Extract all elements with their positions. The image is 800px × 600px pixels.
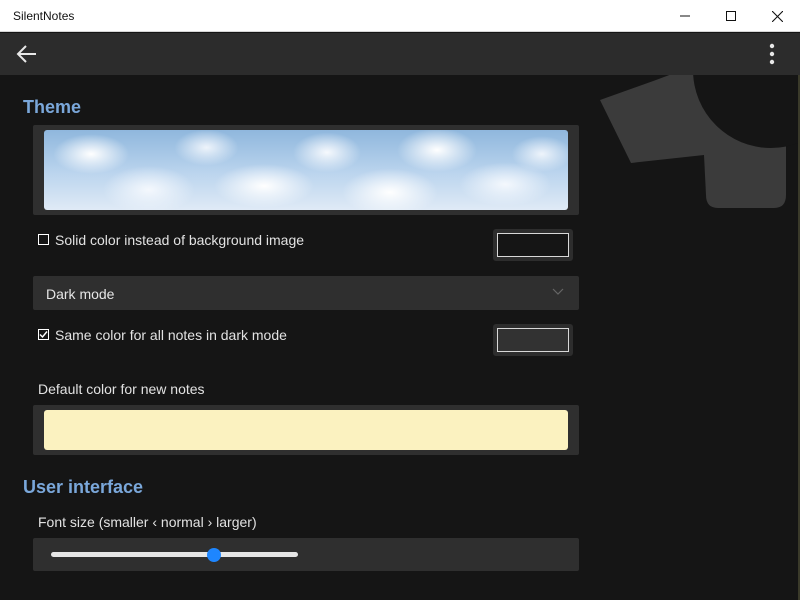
more-options-button[interactable] [762,41,782,67]
font-size-slider-container [33,538,579,571]
background-image-preview [44,130,568,210]
same-color-checkbox[interactable] [38,329,49,340]
window-title-bar: SilentNotes [0,0,800,32]
solid-color-checkbox[interactable] [38,234,49,245]
font-size-slider-track[interactable] [51,548,298,562]
arrow-left-icon [16,45,36,63]
maximize-icon [726,11,736,21]
default-color-label: Default color for new notes [38,381,205,397]
minimize-button[interactable] [662,0,708,32]
maximize-button[interactable] [708,0,754,32]
window-title: SilentNotes [13,9,75,23]
more-vertical-icon [769,43,775,65]
close-button[interactable] [754,0,800,32]
font-size-slider-thumb[interactable] [207,548,222,562]
back-button[interactable] [14,42,40,66]
close-icon [771,10,783,22]
same-color-swatch [497,328,569,352]
solid-color-swatch [497,233,569,257]
default-color-picker[interactable] [33,405,579,455]
gear-icon [600,75,800,208]
chevron-down-icon [552,288,564,295]
solid-color-label: Solid color instead of background image [55,232,305,248]
solid-color-picker[interactable] [493,229,573,261]
background-image-picker[interactable] [33,125,579,215]
same-color-label: Same color for all notes in dark mode [55,327,287,343]
theme-section-title: Theme [23,97,82,117]
default-color-swatch [44,410,568,450]
font-size-label: Font size (smaller ‹ normal › larger) [38,514,257,530]
minimize-icon [680,15,690,17]
user-interface-section-title: User interface [23,477,144,497]
same-color-picker[interactable] [493,324,573,356]
app-bar [0,33,800,75]
checkmark-icon [39,331,48,339]
theme-mode-dropdown[interactable]: Dark mode [33,276,579,310]
settings-page: Theme Solid color instead of background … [0,75,800,600]
theme-mode-selected: Dark mode [46,286,115,302]
